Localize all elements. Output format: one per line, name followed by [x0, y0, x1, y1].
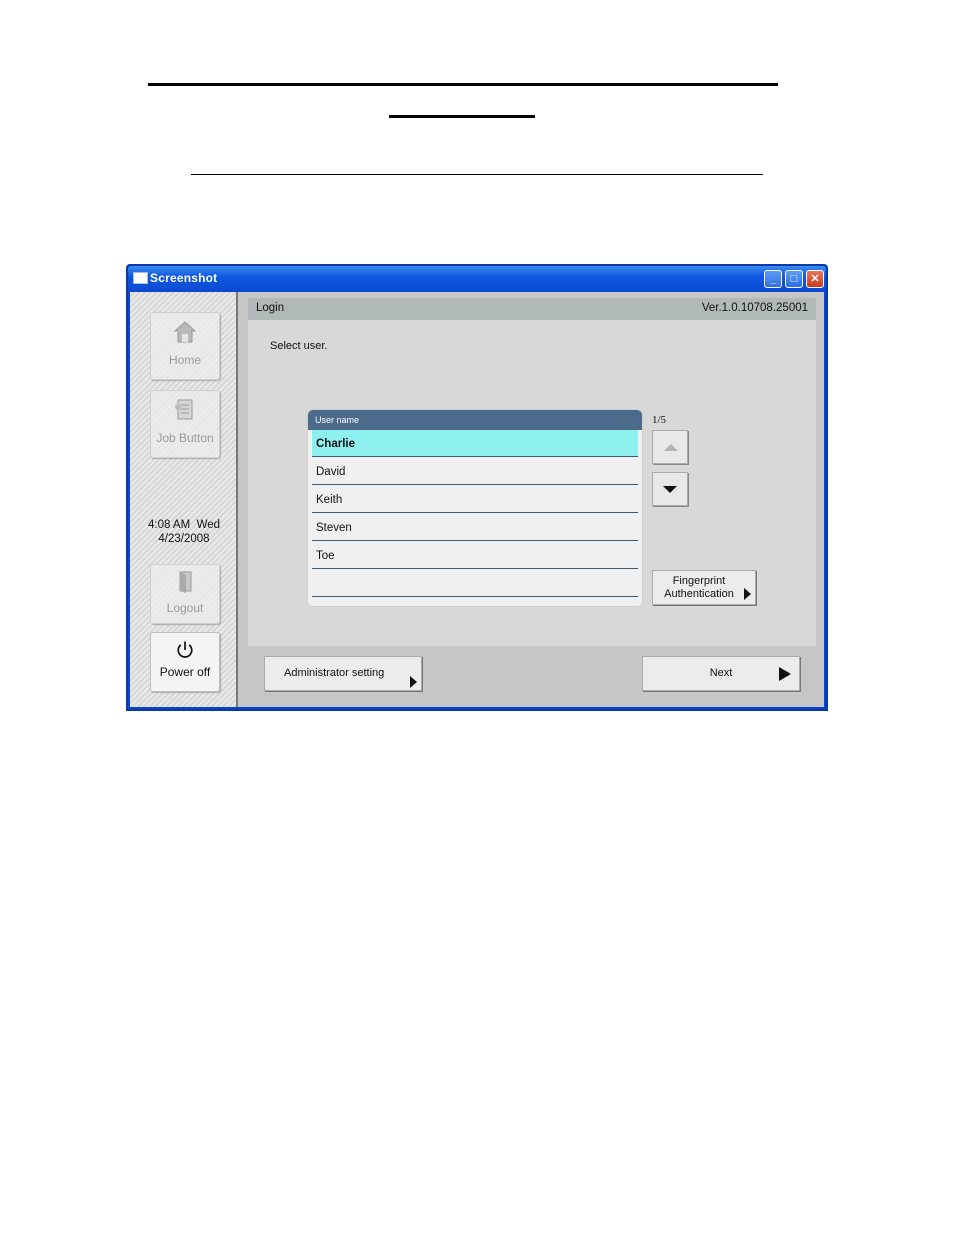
- scroll-up-button[interactable]: [652, 430, 688, 464]
- close-button[interactable]: ✕: [806, 270, 824, 288]
- document-rule-top: [148, 83, 778, 86]
- client-area: Home Job Button 4:08 AM Wed 4/23/2008 Lo…: [130, 292, 824, 707]
- administrator-setting-label: Administrator setting: [284, 667, 385, 679]
- select-user-prompt: Select user.: [270, 340, 328, 352]
- scroll-down-button[interactable]: [652, 472, 688, 506]
- page-indicator: 1/5: [652, 414, 667, 426]
- job-button[interactable]: Job Button: [150, 390, 220, 458]
- fingerprint-authentication-button[interactable]: Fingerprint Authentication: [652, 570, 756, 605]
- home-icon: [173, 321, 197, 343]
- power-off-button[interactable]: Power off: [150, 632, 220, 692]
- user-row-charlie[interactable]: Charlie: [312, 430, 638, 457]
- logout-label: Logout: [166, 601, 204, 615]
- user-row-empty[interactable]: [312, 570, 638, 597]
- home-label: Home: [168, 353, 201, 367]
- page-title: Login: [256, 302, 285, 314]
- user-row-keith[interactable]: Keith: [312, 486, 638, 513]
- arrow-up-icon: [664, 444, 678, 451]
- administrator-setting-button[interactable]: Administrator setting: [264, 656, 422, 691]
- arrow-right-icon: [744, 588, 751, 600]
- home-button[interactable]: Home: [150, 312, 220, 380]
- footer-bar: Administrator setting Next: [248, 646, 816, 701]
- app-window: Screenshot _ □ ✕ Home Job Button 4:08 AM…: [126, 264, 828, 711]
- list-header: User name: [308, 410, 642, 430]
- sidebar: Home Job Button 4:08 AM Wed 4/23/2008 Lo…: [130, 292, 238, 707]
- document-rule-thin: [191, 174, 763, 175]
- title-bar[interactable]: Screenshot _ □ ✕: [128, 266, 826, 292]
- user-row-david[interactable]: David: [312, 458, 638, 485]
- clock: 4:08 AM Wed 4/23/2008: [134, 518, 234, 546]
- user-list: User name Charlie David Keith Steven Toe: [308, 410, 642, 606]
- window-icon: [133, 272, 148, 284]
- power-icon: [177, 641, 193, 658]
- power-off-label: Power off: [159, 665, 211, 679]
- fingerprint-label-line2: Authentication: [664, 588, 734, 600]
- play-arrow-icon: [779, 667, 791, 681]
- clock-time: 4:08 AM Wed: [147, 519, 221, 531]
- job-document-icon: [175, 399, 193, 420]
- logout-button[interactable]: Logout: [150, 564, 220, 624]
- next-button[interactable]: Next: [642, 656, 800, 691]
- arrow-right-icon: [410, 676, 417, 688]
- maximize-button[interactable]: □: [785, 270, 803, 288]
- user-row-steven[interactable]: Steven: [312, 514, 638, 541]
- job-button-label: Job Button: [156, 431, 214, 445]
- next-label: Next: [709, 667, 733, 679]
- main-panel: Login Ver.1.0.10708.25001 Select user. U…: [248, 298, 816, 701]
- header-bar: Login Ver.1.0.10708.25001: [248, 298, 816, 320]
- minimize-button[interactable]: _: [764, 270, 782, 288]
- clock-date: 4/23/2008: [158, 533, 210, 545]
- version-label: Ver.1.0.10708.25001: [701, 302, 808, 314]
- content-area: Select user. User name Charlie David Kei…: [248, 320, 816, 646]
- document-rule-short: [389, 115, 535, 118]
- window-title: Screenshot: [150, 271, 218, 285]
- fingerprint-label-line1: Fingerprint: [672, 575, 726, 587]
- user-row-toe[interactable]: Toe: [312, 542, 638, 569]
- arrow-down-icon: [663, 486, 677, 493]
- door-icon: [179, 571, 192, 593]
